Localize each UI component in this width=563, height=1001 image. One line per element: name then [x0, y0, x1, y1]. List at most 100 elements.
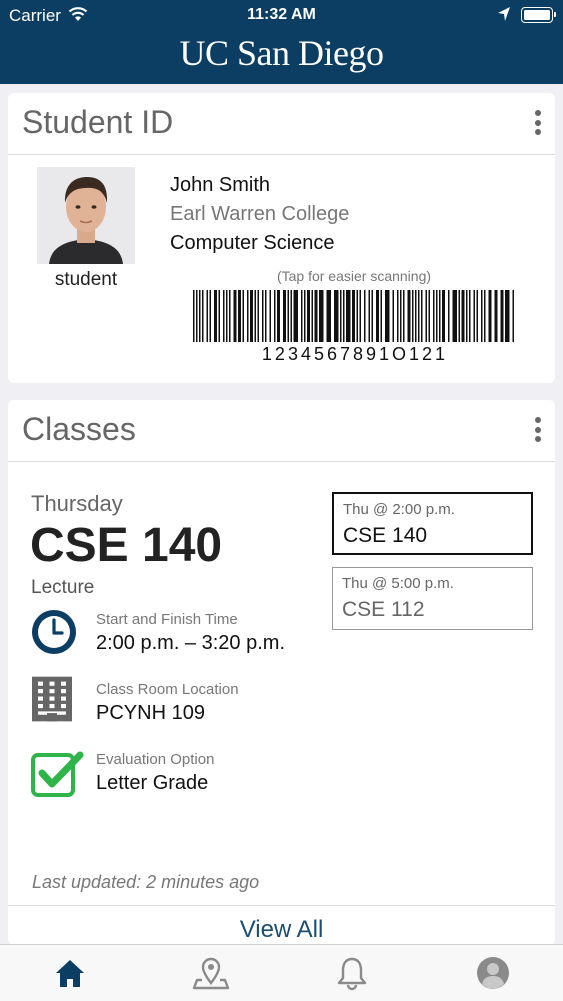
classes-header: Classes — [8, 400, 555, 462]
barcode-bar — [346, 290, 351, 342]
barcode-bar — [226, 290, 228, 342]
schedule-course: CSE 112 — [342, 598, 425, 621]
status-bar: Carrier 11:32 AM — [0, 0, 563, 30]
barcode-bar — [311, 290, 313, 342]
evaluation-value: Letter Grade — [96, 772, 209, 794]
barcode-bar — [277, 290, 280, 342]
barcode-bar — [307, 290, 310, 342]
barcode-bar — [293, 290, 298, 342]
barcode-bar — [397, 290, 399, 342]
barcode-bar — [340, 290, 342, 342]
barcode-bar — [476, 290, 478, 342]
student-photo — [37, 167, 135, 264]
barcode-bar — [214, 290, 217, 342]
location-value: PCYNH 109 — [96, 702, 205, 724]
profile-icon[interactable] — [473, 955, 513, 991]
classes-card: Classes Thursday CSE 140 Lecture Start a… — [8, 400, 555, 945]
barcode-bar — [458, 290, 460, 342]
barcode-bar — [265, 290, 267, 342]
barcode-bar — [415, 290, 417, 342]
barcode-bar — [364, 290, 366, 342]
evaluation-caption: Evaluation Option — [96, 751, 215, 768]
barcode-bar — [238, 290, 241, 342]
barcode-bar — [442, 290, 445, 342]
barcode-bar — [439, 290, 441, 342]
barcode-bar — [196, 290, 198, 342]
barcode-bar — [352, 290, 355, 342]
barcode-bar — [356, 290, 358, 342]
card-title: Classes — [22, 411, 136, 447]
barcode-bar — [368, 290, 370, 342]
barcode-bar — [418, 290, 420, 342]
barcode-bar — [334, 290, 339, 342]
barcode-bar — [376, 290, 379, 342]
barcode-bar — [257, 290, 259, 342]
barcode-bar — [233, 290, 237, 342]
barcode-bar — [433, 290, 435, 342]
barcode-bar — [421, 290, 423, 342]
divider — [8, 905, 555, 906]
barcode-bar — [202, 290, 204, 342]
barcode-bar — [505, 290, 510, 342]
more-options-icon[interactable] — [531, 110, 545, 138]
bell-icon[interactable] — [332, 955, 372, 991]
barcode-bar — [206, 290, 208, 342]
schedule-item-cse140[interactable]: Thu @ 2:00 p.m. CSE 140 — [332, 492, 533, 555]
status-time: 11:32 AM — [247, 6, 316, 23]
student-major: Computer Science — [170, 232, 335, 254]
barcode-bar — [403, 290, 405, 342]
barcode-bar — [319, 290, 324, 342]
time-value: 2:00 p.m. – 3:20 p.m. — [96, 632, 285, 654]
barcode-bar — [488, 290, 492, 342]
barcode-bar — [247, 290, 249, 342]
schedule-course: CSE 140 — [343, 524, 428, 547]
barcode[interactable] — [193, 290, 517, 342]
photo-label: student — [54, 269, 118, 290]
schedule-time: Thu @ 2:00 p.m. — [343, 501, 455, 518]
barcode-bar — [269, 290, 271, 342]
barcode-bar — [400, 290, 402, 342]
barcode-bar — [262, 290, 264, 342]
view-all-link[interactable]: View All — [8, 916, 555, 944]
class-course: CSE 140 — [30, 519, 223, 572]
barcode-bar — [392, 290, 394, 342]
barcode-bar — [287, 290, 289, 342]
student-id-header: Student ID — [8, 93, 555, 155]
barcode-bar — [283, 290, 286, 342]
barcode-bar — [428, 290, 430, 342]
barcode-bar — [484, 290, 486, 342]
barcode-bar — [385, 290, 390, 342]
barcode-bar — [209, 290, 211, 342]
barcode-bar — [359, 290, 361, 342]
tab-bar — [0, 944, 563, 1001]
building-icon — [32, 676, 72, 722]
barcode-bar — [412, 290, 414, 342]
barcode-bar — [314, 290, 318, 342]
schedule-item-cse112[interactable]: Thu @ 5:00 p.m. CSE 112 — [332, 567, 533, 630]
location-arrow-icon — [498, 7, 510, 21]
more-options-icon[interactable] — [531, 417, 545, 445]
barcode-bar — [223, 290, 225, 342]
barcode-bar — [473, 290, 475, 342]
barcode-bar — [469, 290, 471, 342]
student-college: Earl Warren College — [170, 203, 350, 225]
barcode-bar — [371, 290, 373, 342]
barcode-bar — [494, 290, 498, 342]
barcode-bar — [448, 290, 450, 342]
class-type: Lecture — [31, 577, 95, 598]
student-id-card: Student ID student John Smith Earl Warre… — [8, 93, 555, 383]
barcode-bar — [250, 290, 253, 342]
barcode-bar — [199, 290, 201, 342]
map-pin-icon[interactable] — [191, 955, 231, 991]
barcode-bar — [436, 290, 438, 342]
barcode-bar — [380, 290, 382, 342]
barcode-bar — [290, 290, 292, 342]
barcode-bar — [304, 290, 306, 342]
card-title: Student ID — [22, 104, 174, 140]
schedule-time: Thu @ 5:00 p.m. — [342, 575, 454, 592]
home-icon[interactable] — [50, 955, 90, 991]
barcode-bar — [461, 290, 465, 342]
barcode-bar — [193, 290, 195, 342]
time-caption: Start and Finish Time — [96, 611, 238, 628]
barcode-bar — [466, 290, 468, 342]
